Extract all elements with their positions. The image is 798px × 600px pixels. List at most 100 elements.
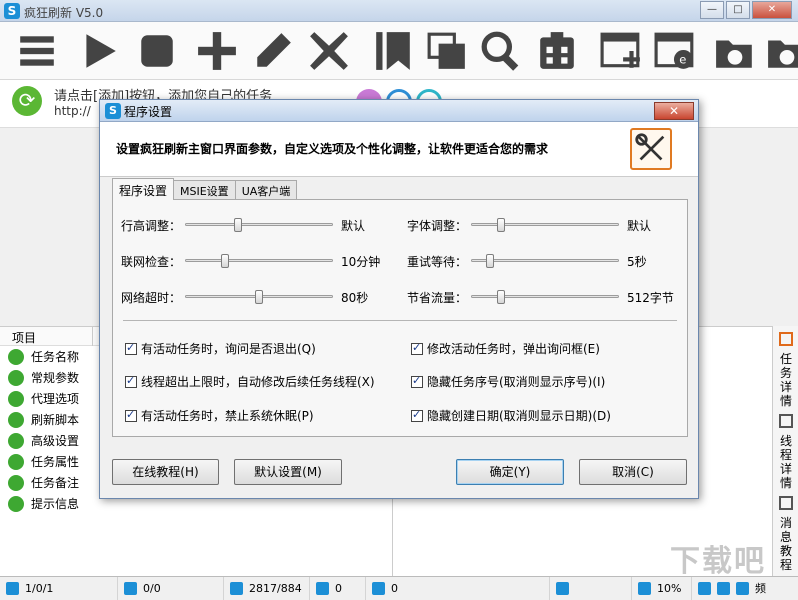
checkbox-box[interactable]: [125, 374, 137, 388]
minimize-button[interactable]: —: [700, 1, 724, 19]
ie-window-icon[interactable]: e: [652, 28, 698, 74]
checkbox-no-sleep[interactable]: 有活动任务时，禁止系统休眠(P): [125, 407, 314, 424]
svg-text:e: e: [679, 53, 686, 67]
checkbox-box[interactable]: [411, 341, 423, 355]
dialog-title-bar: S 程序设置 ✕: [100, 100, 698, 122]
message-icon: [8, 495, 24, 512]
copy-icon[interactable]: [424, 28, 470, 74]
count-status-icon: [230, 581, 243, 595]
checkbox-hide-date[interactable]: 隐藏创建日期(取消则显示日期)(D): [411, 407, 611, 424]
status-ie: 0: [366, 576, 550, 600]
font-size-slider[interactable]: [471, 218, 619, 232]
play-icon[interactable]: [76, 28, 122, 74]
bookmark-status-icon: [698, 581, 711, 595]
app-logo-icon: S: [4, 3, 20, 19]
slider-value: 默认: [627, 219, 652, 233]
power-status-icon: [736, 581, 749, 595]
retry-wait-slider[interactable]: [471, 254, 619, 268]
title-bar: S 疯狂刷新 V5.0 — □ ✕: [0, 0, 798, 22]
checkbox-box[interactable]: [411, 408, 423, 422]
dialog-title: 程序设置: [124, 105, 173, 119]
online-tutorial-button[interactable]: 在线教程(H): [112, 459, 219, 485]
tab-thread-details[interactable]: 线程详情: [777, 414, 795, 490]
checkbox-box[interactable]: [125, 408, 137, 422]
network-icon: [556, 581, 569, 595]
folder-export-icon[interactable]: [712, 28, 758, 74]
cpu-icon: [638, 581, 651, 595]
close-button[interactable]: ✕: [752, 1, 792, 19]
slider-retry-wait: 重试等待： 5秒: [113, 250, 689, 270]
message-tutorial-icon: [779, 496, 793, 510]
slider-save-traffic: 节省流量： 512字节: [113, 286, 689, 306]
delete-icon[interactable]: [306, 28, 352, 74]
status-tasks: 1/0/1: [0, 576, 118, 600]
clipboard-icon[interactable]: [534, 28, 580, 74]
slider-thumb[interactable]: [485, 254, 494, 268]
save-traffic-slider[interactable]: [471, 290, 619, 304]
ok-button[interactable]: 确定(Y): [456, 459, 564, 485]
tab-program-settings[interactable]: 程序设置: [112, 178, 175, 200]
status-extra: 频: [692, 577, 792, 600]
slider-label: 节省流量：: [407, 291, 468, 305]
main-toolbar: e: [0, 22, 798, 80]
watermark: 下载吧: [670, 544, 766, 579]
add-icon[interactable]: [194, 28, 240, 74]
ie-status-icon: [372, 581, 385, 595]
checkbox-ask-modify[interactable]: 修改活动任务时，弹出询问框(E): [411, 340, 600, 357]
slider-label: 字体调整：: [407, 219, 468, 233]
user-icon: [8, 348, 24, 365]
note-icon: [8, 474, 24, 491]
slider-value: 512字节: [627, 291, 674, 305]
dialog-logo-icon: S: [105, 103, 121, 119]
new-window-icon[interactable]: [598, 28, 644, 74]
script-icon: [8, 411, 24, 428]
checkbox-box[interactable]: [411, 374, 423, 388]
tab-message-tutorial[interactable]: 消息教程: [777, 496, 795, 572]
settings-dialog: S 程序设置 ✕ 设置疯狂刷新主窗口界面参数，自定义选项及个性化调整，让软件更适…: [99, 99, 699, 499]
refresh-icon: ⟳: [12, 86, 42, 116]
grid-icon: [8, 453, 24, 470]
advanced-icon: [8, 432, 24, 449]
slider-value: 5秒: [627, 255, 647, 269]
status-bar: 1/0/1 0/0 2817/884 0 0 10% 频: [0, 576, 798, 600]
dialog-description: 设置疯狂刷新主窗口界面参数，自定义选项及个性化调整，让软件更适合您的需求: [116, 142, 549, 156]
proxy-icon: [8, 390, 24, 407]
cancel-button[interactable]: 取消(C): [579, 459, 687, 485]
status-network: [550, 576, 632, 600]
search-icon[interactable]: [478, 28, 524, 74]
folder-import-icon[interactable]: [764, 28, 798, 74]
slider-font-size: 字体调整： 默认: [113, 214, 689, 234]
maximize-button[interactable]: □: [726, 1, 750, 19]
status-percent: 10%: [632, 576, 692, 600]
task-details-icon: [779, 332, 793, 346]
settings-icon: [8, 369, 24, 386]
tab-task-details[interactable]: 任务详情: [777, 332, 795, 408]
status-down: 0: [310, 576, 366, 600]
notice-url: http://: [54, 104, 91, 118]
checkbox-ask-exit[interactable]: 有活动任务时，询问是否退出(Q): [125, 340, 316, 357]
slider-label: 重试等待：: [407, 255, 468, 269]
tab-ua-client[interactable]: UA客户端: [234, 180, 298, 200]
edit-icon[interactable]: [250, 28, 296, 74]
status-counts: 2817/884: [224, 576, 310, 600]
tab-msie-settings[interactable]: MSIE设置: [173, 180, 236, 200]
settings-tab-panel: 行高调整： 默认 字体调整： 默认 联网检查： 10分钟 重试等待： 5秒 网络…: [112, 199, 688, 437]
task-status-icon: [6, 581, 19, 595]
dialog-close-button[interactable]: ✕: [654, 102, 694, 120]
bookmark-icon[interactable]: [370, 28, 416, 74]
clock-status-icon: [717, 581, 730, 595]
dialog-tabs: 程序设置 MSIE设置 UA客户端: [112, 178, 298, 200]
status-refresh: 0/0: [118, 576, 224, 600]
default-settings-button[interactable]: 默认设置(M): [234, 459, 342, 485]
refresh-status-icon: [124, 581, 137, 595]
menu-icon[interactable]: [14, 28, 60, 74]
checkbox-auto-thread[interactable]: 线程超出上限时，自动修改后续任务线程(X): [125, 373, 375, 390]
checkbox-box[interactable]: [125, 341, 137, 355]
tools-icon: [630, 128, 672, 170]
slider-thumb[interactable]: [496, 290, 505, 304]
stop-icon[interactable]: [134, 28, 180, 74]
side-tabs: 任务详情 线程详情 消息教程: [772, 326, 798, 576]
dialog-header: 设置疯狂刷新主窗口界面参数，自定义选项及个性化调整，让软件更适合您的需求: [100, 122, 698, 177]
checkbox-hide-seq[interactable]: 隐藏任务序号(取消则显示序号)(I): [411, 373, 605, 390]
slider-thumb[interactable]: [496, 218, 505, 232]
